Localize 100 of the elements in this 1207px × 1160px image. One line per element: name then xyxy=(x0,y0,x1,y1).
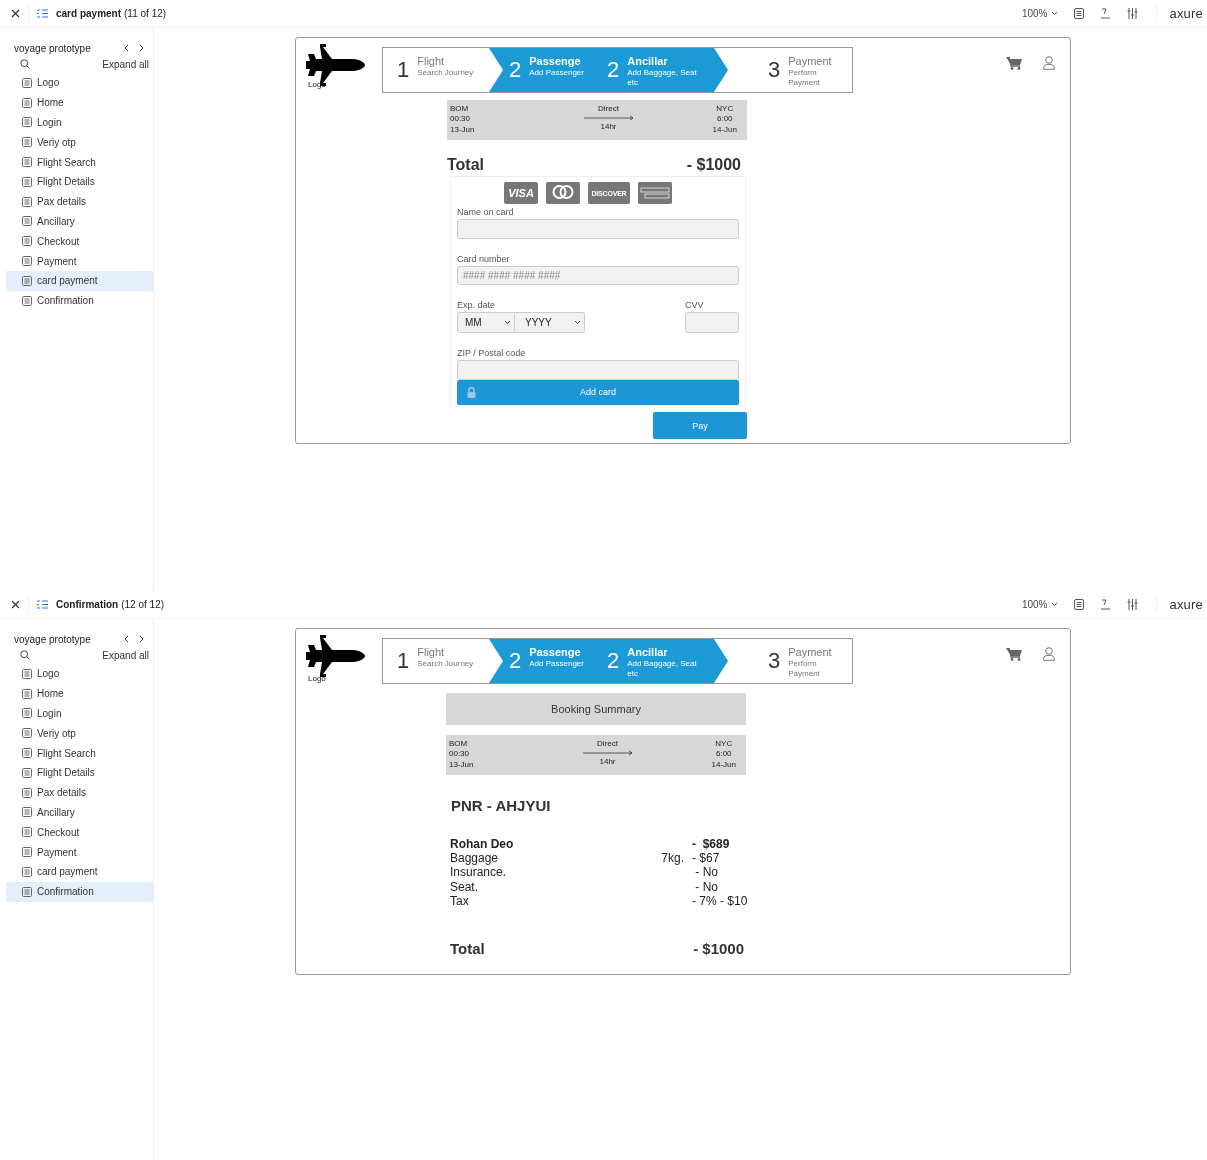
page-icon xyxy=(22,688,32,699)
page-item[interactable]: card payment xyxy=(6,270,153,291)
page-label: Confirmation xyxy=(37,295,94,307)
page-item[interactable]: Logo xyxy=(6,664,153,684)
page-item[interactable]: Logo xyxy=(6,73,153,93)
departure-time: 00:30 xyxy=(449,749,471,760)
cart-icon[interactable] xyxy=(1006,56,1022,70)
expand-all-button[interactable]: Expand all xyxy=(102,58,149,70)
page-icon xyxy=(22,77,32,88)
page-icon xyxy=(22,807,32,818)
flight-duration: 14hr xyxy=(600,122,617,133)
page-item[interactable]: card payment xyxy=(6,861,153,882)
page-item[interactable]: Checkout xyxy=(6,822,153,843)
step-title: Flight xyxy=(417,54,446,68)
step-subtitle: Perform Payment xyxy=(788,68,821,88)
page-item[interactable]: Confirmation xyxy=(6,881,153,902)
next-icon[interactable] xyxy=(139,635,145,643)
booking-summary-bar: Booking Summary xyxy=(446,693,746,725)
user-icon[interactable] xyxy=(1043,647,1055,661)
page-label: Flight Search xyxy=(37,747,96,759)
page-item[interactable]: Home xyxy=(6,683,153,704)
zoom-dropdown[interactable]: 100% xyxy=(1021,599,1059,610)
step-number: 2 xyxy=(509,59,522,81)
name-input[interactable] xyxy=(457,219,739,239)
next-icon[interactable] xyxy=(139,44,145,52)
document-icon[interactable] xyxy=(1074,8,1085,19)
pen-icon[interactable] xyxy=(1100,8,1112,19)
charge-label: Seat. xyxy=(450,879,480,894)
search-icon[interactable] xyxy=(20,59,30,69)
page-item[interactable]: Flight Details xyxy=(6,172,153,192)
chevron-down-icon xyxy=(504,320,511,326)
page-item[interactable]: Pax details xyxy=(6,782,153,803)
page-icon xyxy=(22,866,32,877)
fighter-jet-icon xyxy=(306,635,366,677)
visa-card-logo: VISA xyxy=(504,182,538,204)
page-label: Home xyxy=(37,688,64,700)
step-title: Passenge xyxy=(529,645,582,659)
outline-icon[interactable] xyxy=(37,600,48,609)
page-icon xyxy=(22,847,32,858)
page-item[interactable]: Flight Search xyxy=(6,152,153,172)
total-amount: - $1000 xyxy=(693,940,744,957)
year-select[interactable]: YYYY xyxy=(515,312,585,334)
sliders-icon[interactable] xyxy=(1127,8,1139,19)
expand-all-button[interactable]: Expand all xyxy=(102,649,149,661)
field-label: ZIP / Postal code xyxy=(457,348,527,360)
card-number-input[interactable]: #### #### #### #### xyxy=(457,265,739,286)
total-label: Total xyxy=(450,940,485,957)
close-icon[interactable] xyxy=(11,600,20,609)
destination-code: NYC xyxy=(716,104,734,115)
page-item[interactable]: Flight Details xyxy=(6,763,153,783)
sliders-icon[interactable] xyxy=(1127,599,1139,610)
page-item[interactable]: Veriy otp xyxy=(6,132,153,153)
step-number: 1 xyxy=(397,650,410,672)
page-icon xyxy=(22,157,32,168)
page-label: Checkout xyxy=(37,235,80,247)
page-label: Flight Details xyxy=(37,176,95,188)
page-item[interactable]: Payment xyxy=(6,842,153,862)
page-item[interactable]: Checkout xyxy=(6,231,153,252)
page-item[interactable]: Confirmation xyxy=(6,290,153,311)
pen-icon[interactable] xyxy=(1100,599,1112,610)
page-item[interactable]: Ancillary xyxy=(6,211,153,232)
month-select[interactable]: MM xyxy=(457,312,515,334)
page-title: card payment xyxy=(56,8,122,19)
close-icon[interactable] xyxy=(11,9,20,18)
page-label: Pax details xyxy=(37,787,86,799)
page-label: Veriy otp xyxy=(37,136,76,148)
cvv-input[interactable] xyxy=(685,312,739,334)
user-icon[interactable] xyxy=(1043,56,1055,70)
page-label: Confirmation xyxy=(37,886,94,898)
previous-icon[interactable] xyxy=(123,44,129,52)
page-item[interactable]: Payment xyxy=(6,251,153,271)
previous-icon[interactable] xyxy=(123,635,129,643)
page-label: Logo xyxy=(37,77,60,89)
page-item[interactable]: Home xyxy=(6,92,153,113)
page-item[interactable]: Flight Search xyxy=(6,743,153,763)
search-icon[interactable] xyxy=(20,650,30,660)
page-label: card payment xyxy=(37,866,98,878)
page-label: Login xyxy=(37,708,62,719)
page-icon xyxy=(22,236,32,247)
page-icon xyxy=(22,767,32,778)
charge-detail: 7kg. xyxy=(661,851,684,866)
step-title: Payment xyxy=(788,645,833,659)
destination-code: NYC xyxy=(715,739,733,750)
charge-amount: - $67 xyxy=(691,851,721,866)
page-label: Veriy otp xyxy=(37,727,76,739)
page-icon xyxy=(22,117,32,128)
cart-icon[interactable] xyxy=(1006,647,1022,661)
document-icon[interactable] xyxy=(1074,599,1085,610)
page-item[interactable]: Login xyxy=(6,112,153,133)
zoom-dropdown[interactable]: 100% xyxy=(1021,8,1059,19)
page-icon xyxy=(22,196,32,207)
page-label: Pax details xyxy=(37,196,86,208)
page-item[interactable]: Veriy otp xyxy=(6,723,153,744)
logo-label: Logo xyxy=(308,80,326,89)
page-item[interactable]: Ancillary xyxy=(6,802,153,823)
pnr-heading: PNR - AHJYUI xyxy=(451,797,552,814)
page-item[interactable]: Login xyxy=(6,703,153,724)
outline-icon[interactable] xyxy=(37,9,48,18)
zip-input[interactable] xyxy=(457,360,739,380)
page-item[interactable]: Pax details xyxy=(6,191,153,212)
